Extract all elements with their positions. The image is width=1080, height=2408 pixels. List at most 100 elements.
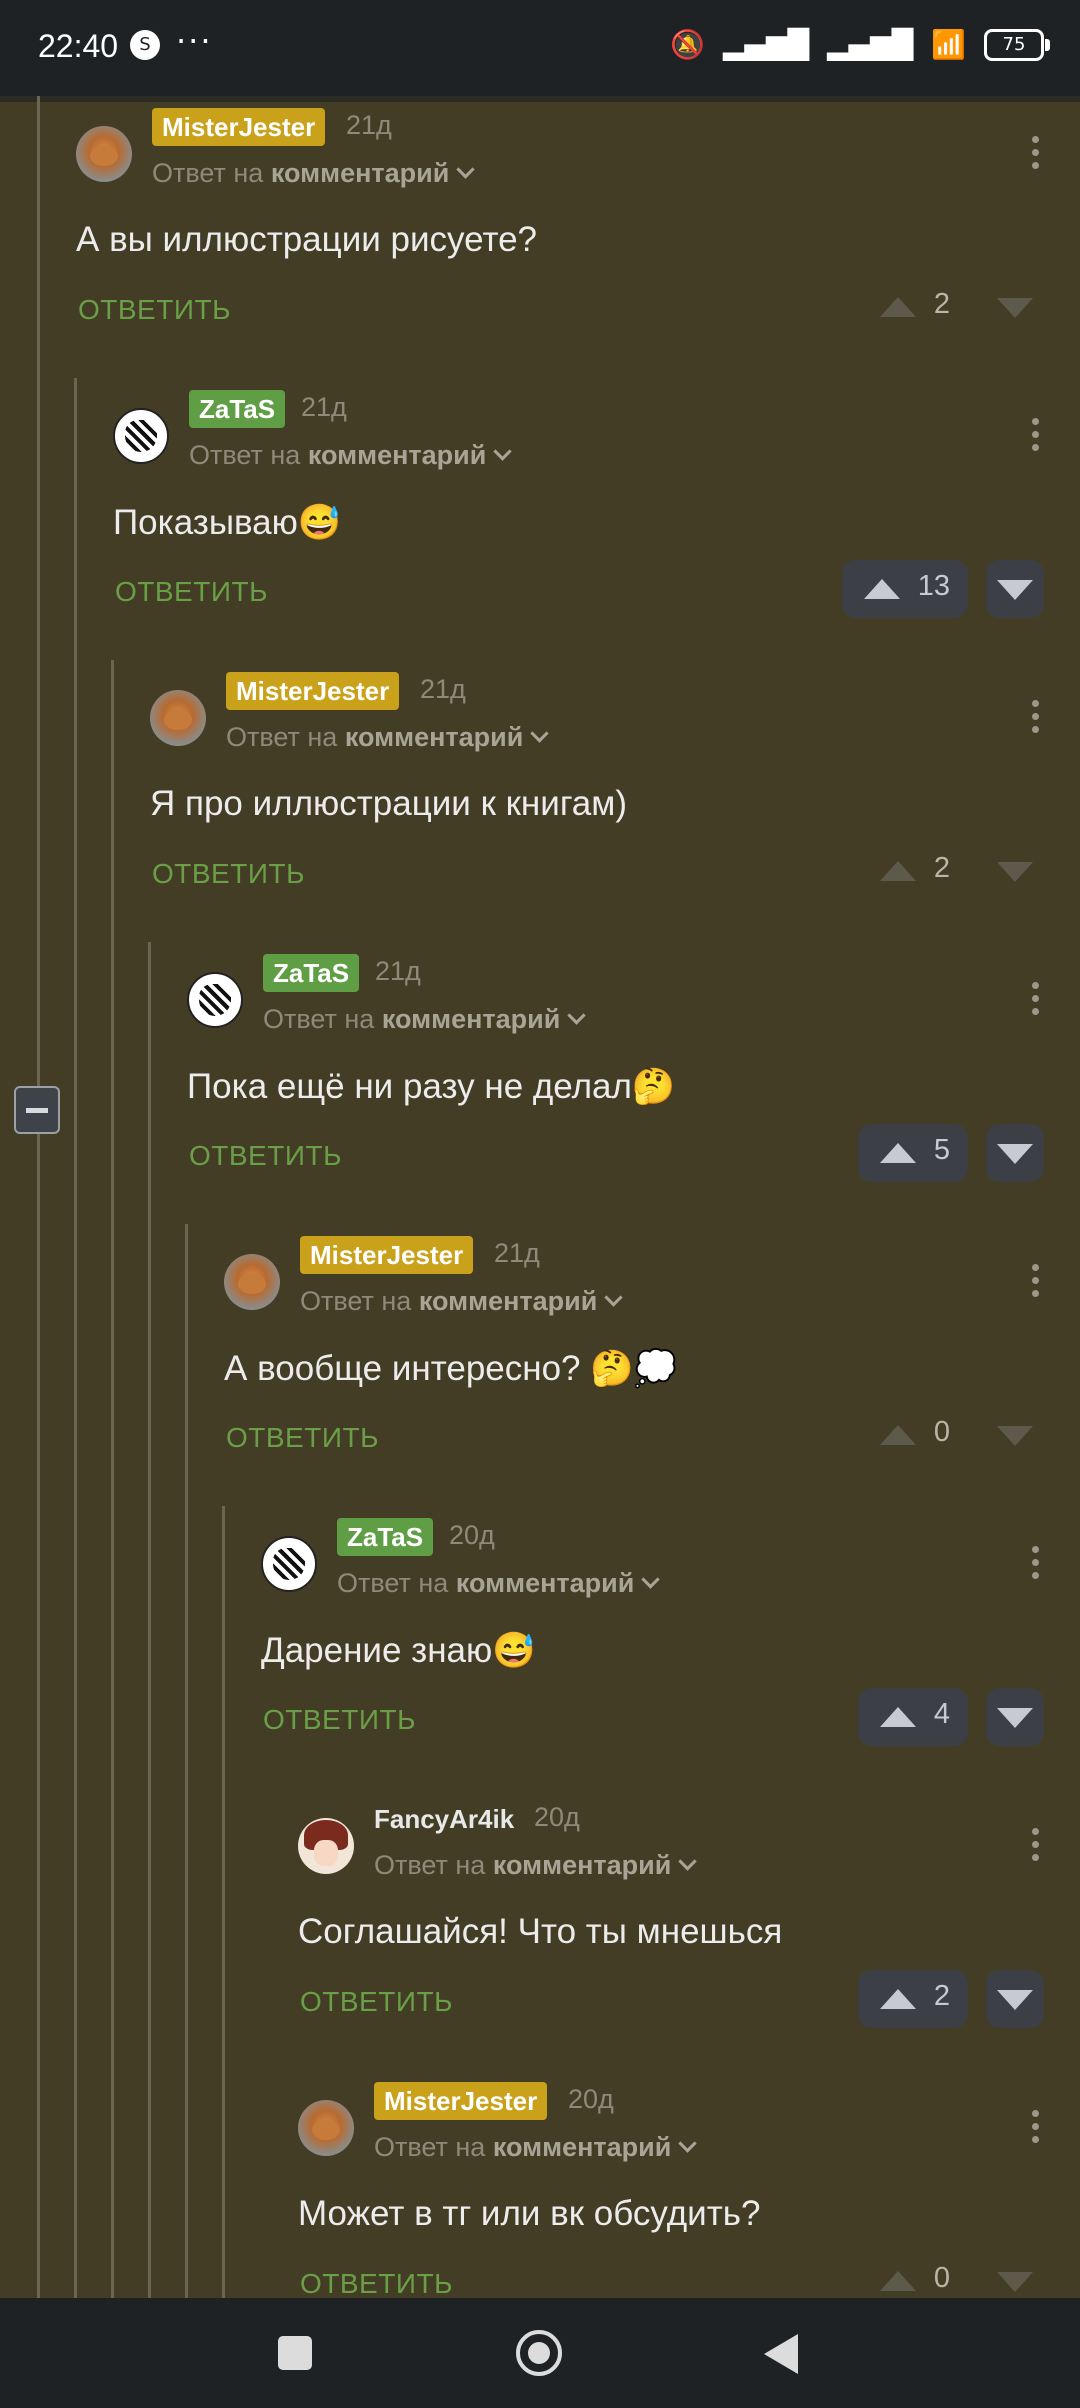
upvote-icon <box>880 2271 916 2291</box>
downvote-icon <box>997 1990 1033 2010</box>
fox-avatar[interactable] <box>150 690 206 746</box>
author-name[interactable]: ZaTaS <box>337 1518 434 1556</box>
thread-line <box>148 942 151 2298</box>
downvote-icon <box>997 580 1033 600</box>
bw-avatar[interactable] <box>261 1536 317 1592</box>
upvote-button[interactable]: 13 <box>842 560 968 618</box>
reply-button[interactable]: ОТВЕТИТЬ <box>115 576 268 608</box>
author-name[interactable]: MisterJester <box>226 672 400 710</box>
more-options-icon[interactable] <box>1032 1546 1040 1586</box>
chevron-down-icon <box>567 1006 587 1025</box>
upvote-button[interactable]: 2 <box>858 842 968 900</box>
navigation-bar <box>0 2298 1080 2408</box>
reply-to-prefix: Ответ на <box>374 2132 486 2162</box>
comment-time: 21д <box>494 1238 540 1268</box>
comment-text: Показываю😅 <box>113 503 342 542</box>
reply-button[interactable]: ОТВЕТИТЬ <box>300 2268 453 2300</box>
vote-count: 0 <box>933 2262 950 2294</box>
upvote-button[interactable]: 2 <box>858 1970 968 2028</box>
upvote-button[interactable]: 2 <box>858 278 968 336</box>
author-name[interactable]: FancyAr4ik <box>374 1800 514 1838</box>
reply-to[interactable]: Ответ на комментарий <box>263 1004 587 1035</box>
reply-to-target: комментарий <box>418 1286 598 1316</box>
more-options-icon[interactable] <box>1032 700 1040 740</box>
reply-to[interactable]: Ответ на комментарий <box>189 440 513 471</box>
more-options-icon[interactable] <box>1032 1264 1040 1304</box>
comment-text: Я про иллюстрации к книгам) <box>150 784 627 823</box>
reply-to[interactable]: Ответ на комментарий <box>337 1568 661 1599</box>
upvote-icon <box>880 1425 916 1445</box>
signal-icon: ▂▄▆█ <box>722 28 809 61</box>
reply-button[interactable]: ОТВЕТИТЬ <box>189 1140 342 1172</box>
comment: MisterJester 21д Ответ на комментарий А … <box>224 1224 1080 1506</box>
fox-avatar[interactable] <box>298 2100 354 2156</box>
upvote-icon <box>880 861 916 881</box>
bw-avatar[interactable] <box>113 408 169 464</box>
reply-button[interactable]: ОТВЕТИТЬ <box>226 1422 379 1454</box>
more-options-icon[interactable] <box>1032 418 1040 458</box>
reply-to[interactable]: Ответ на комментарий <box>374 2132 698 2163</box>
more-options-icon[interactable] <box>1032 136 1040 176</box>
upvote-button[interactable]: 5 <box>858 1124 968 1182</box>
comment-time: 20д <box>534 1802 580 1832</box>
downvote-button[interactable] <box>986 842 1044 900</box>
reply-button[interactable]: ОТВЕТИТЬ <box>152 858 305 890</box>
upvote-icon <box>864 579 900 599</box>
fox-avatar[interactable] <box>76 126 132 182</box>
downvote-button[interactable] <box>986 1124 1044 1182</box>
home-button[interactable] <box>516 2330 562 2376</box>
mute-icon: 🔕 <box>669 28 705 61</box>
reply-to[interactable]: Ответ на комментарий <box>226 722 550 753</box>
reply-to-prefix: Ответ на <box>263 1004 375 1034</box>
reply-to-target: комментарий <box>381 1004 561 1034</box>
comment-time: 21д <box>346 110 392 140</box>
upvote-icon <box>880 1143 916 1163</box>
more-options-icon[interactable] <box>1032 982 1040 1022</box>
downvote-button[interactable] <box>986 1406 1044 1464</box>
upvote-button[interactable]: 4 <box>858 1688 968 1746</box>
more-options-icon[interactable] <box>1032 2110 1040 2150</box>
vote-count: 2 <box>933 1980 950 2012</box>
reply-to[interactable]: Ответ на комментарий <box>374 1850 698 1881</box>
bw-avatar[interactable] <box>187 972 243 1028</box>
upvote-button[interactable]: 0 <box>858 1406 968 1464</box>
downvote-icon <box>997 2272 1033 2292</box>
downvote-button[interactable] <box>986 1688 1044 1746</box>
reply-button[interactable]: ОТВЕТИТЬ <box>263 1704 416 1736</box>
vote-count: 13 <box>917 570 950 602</box>
downvote-icon <box>997 1708 1033 1728</box>
reply-to-target: комментарий <box>344 722 524 752</box>
chevron-down-icon <box>641 1570 661 1589</box>
chevron-down-icon <box>604 1288 624 1307</box>
more-options-icon[interactable] <box>1032 1828 1040 1868</box>
author-name[interactable]: MisterJester <box>374 2082 548 2120</box>
back-button[interactable] <box>764 2334 798 2374</box>
downvote-icon <box>997 862 1033 882</box>
thread-line <box>111 660 114 2298</box>
girl-avatar[interactable] <box>298 1818 354 1874</box>
fox-avatar[interactable] <box>224 1254 280 1310</box>
comment-time: 21д <box>301 392 347 422</box>
author-name[interactable]: MisterJester <box>300 1236 474 1274</box>
steam-icon: S <box>130 30 160 60</box>
reply-to-prefix: Ответ на <box>189 440 301 470</box>
collapse-thread-button[interactable] <box>14 1086 60 1134</box>
reply-to[interactable]: Ответ на комментарий <box>152 158 476 189</box>
reply-to[interactable]: Ответ на комментарий <box>300 1286 624 1317</box>
downvote-button[interactable] <box>986 278 1044 336</box>
reply-button[interactable]: ОТВЕТИТЬ <box>300 1986 453 2018</box>
author-name[interactable]: MisterJester <box>152 108 326 146</box>
reply-to-target: комментарий <box>492 1850 672 1880</box>
comment: MisterJester 21д Ответ на комментарий Я … <box>150 660 1080 942</box>
downvote-button[interactable] <box>986 1970 1044 2028</box>
author-name[interactable]: ZaTaS <box>189 390 286 428</box>
vote-count: 2 <box>933 852 950 884</box>
reply-to-prefix: Ответ на <box>300 1286 412 1316</box>
chevron-down-icon <box>678 2134 698 2153</box>
reply-button[interactable]: ОТВЕТИТЬ <box>78 294 231 326</box>
author-name[interactable]: ZaTaS <box>263 954 360 992</box>
wifi-icon: 📶 <box>931 28 966 61</box>
vote-count: 2 <box>933 288 950 320</box>
downvote-button[interactable] <box>986 560 1044 618</box>
recents-button[interactable] <box>278 2336 312 2370</box>
